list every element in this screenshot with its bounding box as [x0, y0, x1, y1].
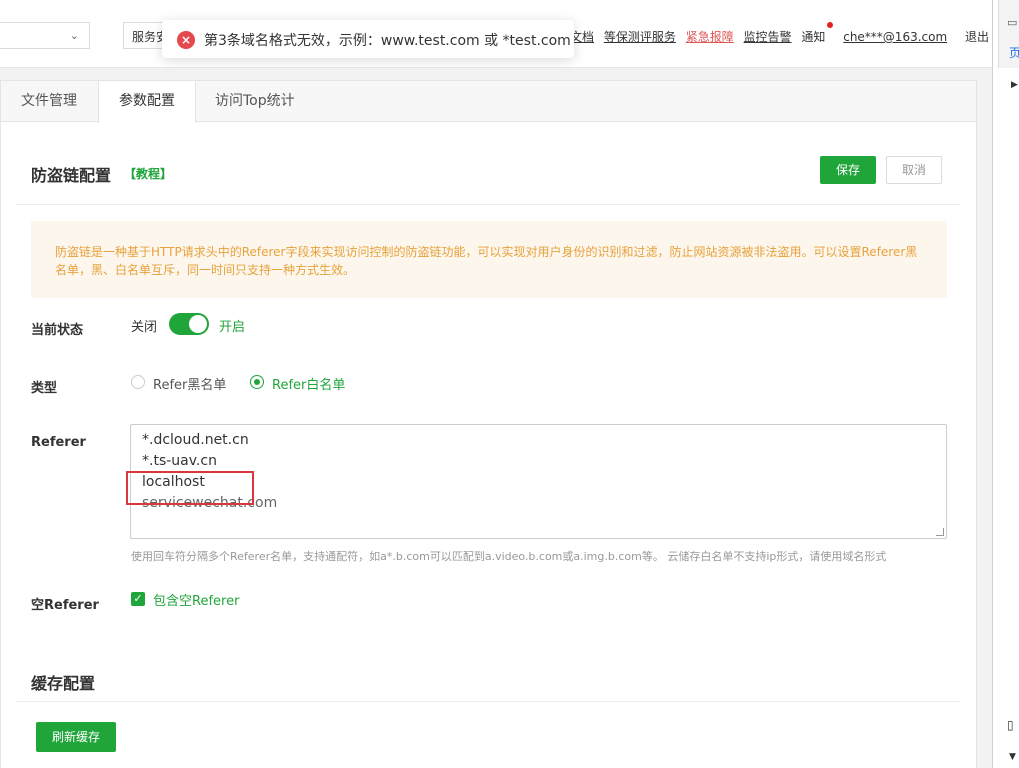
- radio-whitelist-label[interactable]: Refer白名单: [272, 374, 345, 393]
- hotlink-title: 防盗链配置: [31, 166, 112, 185]
- referer-line: *.dcloud.net.cn: [142, 432, 249, 448]
- empty-referer-checkbox[interactable]: ✓: [131, 592, 145, 606]
- devtools-tab-label[interactable]: 页: [1009, 44, 1019, 61]
- refresh-cache-button[interactable]: 刷新缓存: [36, 722, 116, 752]
- divider: [16, 701, 961, 702]
- logout-link[interactable]: 退出: [965, 30, 989, 44]
- empty-referer-checkbox-label[interactable]: 包含空Referer: [153, 590, 239, 609]
- empty-referer-label: 空Referer: [31, 598, 99, 613]
- status-off-label: 关闭: [131, 320, 158, 335]
- cache-title: 缓存配置: [31, 674, 96, 693]
- tree-expand-icon[interactable]: ▶: [1011, 80, 1018, 90]
- tab-bar: 文件管理 参数配置 访问Top统计: [1, 81, 976, 123]
- notify-dot-badge: [827, 22, 834, 28]
- nav-link-compliance[interactable]: 等保测评服务: [604, 30, 676, 44]
- radio-blacklist-label[interactable]: Refer黑名单: [153, 374, 226, 393]
- status-toggle[interactable]: [169, 313, 209, 335]
- main-card: 文件管理 参数配置 访问Top统计 防盗链配置 【教程】 保存 取消 防盗链是一…: [0, 80, 977, 768]
- referer-line: localhost: [142, 474, 205, 490]
- devtools-panel: ▭ 页 ▶ ▯ ▼: [992, 0, 1019, 768]
- referer-label: Referer: [31, 435, 86, 450]
- tab-params[interactable]: 参数配置: [98, 81, 196, 123]
- divider: [16, 204, 961, 205]
- tab-file-manage[interactable]: 文件管理: [1, 81, 97, 122]
- error-toast: × 第3条域名格式无效，示例：www.test.com 或 *test.com: [162, 20, 574, 58]
- referer-hint: 使用回车符分隔多个Referer名单，支持通配符，如a*.b.com可以匹配到a…: [131, 550, 887, 563]
- status-label: 当前状态: [31, 323, 84, 338]
- notify-label: 通知: [801, 30, 826, 44]
- notify-link[interactable]: 通知: [801, 22, 834, 44]
- user-email-link[interactable]: che***@163.com: [843, 30, 947, 44]
- dropdown-arrow-icon[interactable]: ▼: [1009, 752, 1016, 762]
- chevron-down-icon: ⌄: [69, 29, 79, 42]
- top-nav-links: 文档 等保测评服务 紧急报障 监控告警 通知 che***@163.com 退出: [570, 22, 1003, 45]
- region-select[interactable]: ⌄: [0, 22, 90, 49]
- toast-message: 第3条域名格式无效，示例：www.test.com 或 *test.com: [204, 33, 571, 49]
- notice-box: 防盗链是一种基于HTTP请求头中的Referer字段来实现访问控制的防盗链功能，…: [31, 221, 947, 298]
- cancel-button[interactable]: 取消: [886, 156, 942, 184]
- radio-whitelist[interactable]: [250, 375, 264, 389]
- referer-line: servicewechat.com: [142, 495, 278, 511]
- radio-blacklist[interactable]: [131, 375, 145, 389]
- tab-top-stats[interactable]: 访问Top统计: [195, 81, 315, 122]
- nav-link-emergency[interactable]: 紧急报障: [686, 30, 734, 44]
- error-highlight-box: [126, 471, 254, 505]
- referer-line: *.ts-uav.cn: [142, 453, 217, 469]
- save-button[interactable]: 保存: [820, 156, 876, 184]
- dock-icon[interactable]: ▯: [1007, 718, 1014, 732]
- type-label: 类型: [31, 381, 58, 396]
- toggle-knob: [189, 315, 207, 333]
- resize-grip-icon[interactable]: [936, 528, 944, 536]
- error-circle-icon: ×: [177, 31, 195, 49]
- status-on-label: 开启: [219, 320, 246, 335]
- nav-link-monitor[interactable]: 监控告警: [744, 30, 792, 44]
- inspect-icon[interactable]: ▭: [1007, 16, 1017, 29]
- tutorial-link[interactable]: 【教程】: [124, 165, 172, 182]
